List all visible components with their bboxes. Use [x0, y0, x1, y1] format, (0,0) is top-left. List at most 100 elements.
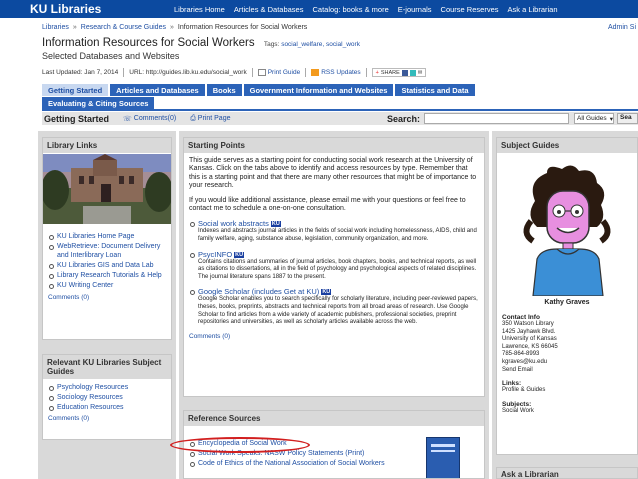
starting-points-heading: Starting Points: [184, 138, 484, 153]
ku-access-badge-icon[interactable]: KU: [234, 251, 245, 258]
divider: [251, 68, 253, 77]
contact-line: Lawrence, KS 66045: [502, 343, 558, 350]
contact-line: 1425 Jayhawk Blvd.: [502, 328, 556, 335]
library-links-box: Library Links KU Libraries Home Page Web…: [42, 137, 172, 340]
facebook-icon: [401, 69, 408, 76]
cartoon-avatar-image: [523, 165, 611, 297]
list-item[interactable]: Sociology Resources: [48, 393, 166, 402]
rss-icon: [311, 69, 320, 76]
share-plus-icon: +: [375, 69, 379, 76]
tags-links[interactable]: social_welfare, social_work: [281, 41, 360, 48]
list-item[interactable]: Psychology Resources: [48, 383, 166, 392]
tab-articles-databases[interactable]: Articles and Databases: [110, 84, 205, 96]
nav-libraries-home[interactable]: Libraries Home: [174, 5, 225, 14]
book-title-band: [431, 444, 455, 447]
nav-ejournals[interactable]: E-journals: [398, 5, 432, 14]
nav-catalog[interactable]: Catalog: books & more: [312, 5, 388, 14]
google-scholar-link[interactable]: Google Scholar (includes Get at KU): [198, 287, 319, 296]
list-item[interactable]: Education Resources: [48, 403, 166, 412]
list-item[interactable]: Library Research Tutorials & Help: [48, 271, 166, 280]
divider: [365, 68, 367, 77]
admin-sign-in-link[interactable]: Admin Si: [608, 24, 636, 31]
search-button[interactable]: Sea: [617, 113, 638, 124]
rss-updates-link[interactable]: RSS Updates: [321, 69, 360, 76]
subject-guides-heading: Subject Guides: [497, 138, 637, 153]
list-item[interactable]: KU Libraries Home Page: [48, 232, 166, 241]
printer-icon: ⎙: [190, 114, 196, 122]
resource-title-wrap: Social work abstracts KU: [189, 219, 479, 228]
guide-tabs: Getting Started Articles and Databases B…: [42, 84, 604, 110]
top-nav-bar: KU Libraries Libraries Home Articles & D…: [0, 0, 638, 18]
send-email-link[interactable]: Send Email: [502, 367, 632, 375]
search-input[interactable]: [424, 113, 569, 124]
resource-item: Google Scholar (includes Get at KU) KU Go…: [189, 287, 479, 326]
ku-access-badge-icon[interactable]: KU: [321, 289, 332, 296]
guide-toolbar: Getting Started ☏ Comments(0) ⎙ Print Pa…: [42, 112, 638, 125]
librarian-info: Contact Info 350 Watson Library 1425 Jay…: [497, 306, 637, 419]
list-item[interactable]: KU Writing Center: [48, 281, 166, 290]
contact-line: 785-864-8993: [502, 351, 540, 358]
starting-points-box: Starting Points This guide serves as a s…: [183, 137, 485, 397]
nav-articles-databases[interactable]: Articles & Databases: [234, 5, 304, 14]
top-nav: Libraries Home Articles & Databases Cata…: [174, 5, 558, 14]
contact-line: University of Kansas: [502, 336, 557, 343]
librarian-avatar: [517, 161, 617, 297]
print-guide-link[interactable]: Print Guide: [268, 69, 301, 76]
nav-course-reserves[interactable]: Course Reserves: [441, 5, 499, 14]
divider: [123, 68, 125, 77]
tab-statistics-data[interactable]: Statistics and Data: [395, 84, 475, 96]
tab-evaluating-citing[interactable]: Evaluating & Citing Sources: [42, 97, 155, 109]
encyclopedia-book-cover: [426, 437, 460, 478]
profile-guides-link[interactable]: Profile & Guides: [502, 387, 632, 395]
resource-title-wrap: PsycINFO KU: [189, 250, 479, 259]
library-links-comments[interactable]: Comments (0): [48, 294, 166, 301]
list-item[interactable]: KU Libraries GIS and Data Lab: [48, 261, 166, 270]
tab-books[interactable]: Books: [206, 84, 242, 96]
psycinfo-link[interactable]: PsycINFO: [198, 250, 232, 259]
comments-link[interactable]: ☏ Comments(0): [123, 115, 176, 123]
ku-libraries-logo[interactable]: KU Libraries: [0, 2, 170, 16]
relevant-guides-box: Relevant KU Libraries Subject Guides Psy…: [42, 354, 172, 440]
contact-email: kgraves@ku.edu: [502, 358, 548, 365]
resource-item: Social work abstracts KU Indexes and abst…: [189, 219, 479, 243]
social-work-abstracts-link[interactable]: Social work abstracts: [198, 219, 269, 228]
ask-librarian-heading: Ask a Librarian: [497, 468, 637, 478]
library-building-photo: [43, 154, 171, 224]
last-updated: Last Updated: Jan 7, 2014: [42, 69, 119, 76]
resource-description: Indexes and abstracts journal articles i…: [198, 228, 477, 243]
breadcrumb-current: Information Resources for Social Workers: [177, 23, 308, 31]
twitter-icon: [409, 69, 416, 76]
breadcrumb-guides[interactable]: Research & Course Guides: [81, 24, 166, 31]
breadcrumb-separator: »: [72, 23, 77, 31]
nav-ask-librarian[interactable]: Ask a Librarian: [508, 5, 558, 14]
tags-label: Tags:: [263, 41, 280, 48]
print-page-link[interactable]: ⎙ Print Page: [190, 115, 230, 123]
search-scope-value: All Guides: [577, 115, 607, 122]
tab-row-1: Getting Started Articles and Databases B…: [42, 84, 604, 96]
tab-page-title: Getting Started: [44, 113, 110, 124]
reference-sources-heading: Reference Sources: [184, 411, 484, 426]
library-links-heading: Library Links: [43, 138, 171, 153]
comments-label: Comments(0): [133, 115, 177, 122]
subject-guides-box: Subject Guides Kathy Graves Contact Info…: [496, 137, 638, 455]
subject-social-work-link[interactable]: Social Work: [502, 408, 632, 416]
tab-government-info[interactable]: Government Information and Websites: [243, 84, 394, 96]
search-scope-select[interactable]: All Guides ▾: [574, 113, 614, 124]
highlight-oval: [170, 437, 310, 453]
relevant-guides-body: Psychology Resources Sociology Resources…: [43, 379, 171, 426]
divider: [305, 68, 307, 77]
list-item[interactable]: WebRetrieve: Document Delivery and Inter…: [48, 242, 166, 260]
ku-access-badge-icon[interactable]: KU: [270, 221, 281, 228]
starting-points-comments[interactable]: Comments (0): [189, 333, 479, 340]
tab-getting-started[interactable]: Getting Started: [42, 84, 109, 96]
search-label: Search:: [387, 113, 421, 124]
page-title-text: Information Resources for Social Workers: [42, 37, 255, 49]
share-button[interactable]: + SHARE ✉: [371, 68, 427, 77]
relevant-guides-comments[interactable]: Comments (0): [48, 415, 166, 422]
library-links-list: KU Libraries Home Page WebRetrieve: Docu…: [48, 232, 166, 290]
page-subtitle: Selected Databases and Websites: [42, 51, 180, 61]
share-label: SHARE: [380, 69, 400, 76]
breadcrumb-libraries[interactable]: Libraries: [42, 24, 69, 31]
chevron-down-icon: ▾: [609, 115, 613, 123]
starting-points-body: This guide serves as a starting point fo…: [184, 153, 484, 344]
